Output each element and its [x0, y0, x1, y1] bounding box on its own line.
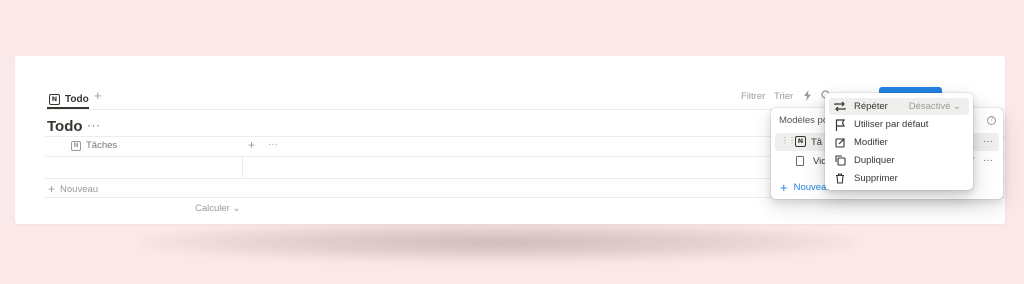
- plus-icon: +: [780, 180, 788, 195]
- trash-icon: [834, 173, 846, 185]
- drag-handle-icon[interactable]: ⋮⋮: [781, 136, 796, 145]
- add-property-button[interactable]: +: [248, 138, 255, 152]
- menu-item-set-default[interactable]: Utiliser par défaut: [829, 116, 969, 133]
- column-header-label: Tâches: [86, 140, 118, 151]
- menu-item-label: Répéter: [854, 101, 888, 112]
- menu-item-label: Utiliser par défaut: [854, 119, 929, 130]
- filter-button[interactable]: Filtrer: [741, 91, 765, 102]
- add-view-button[interactable]: +: [94, 88, 102, 103]
- template-more-button[interactable]: ···: [983, 136, 993, 147]
- card-shadow: [140, 222, 856, 262]
- new-template-button[interactable]: + Nouveau: [780, 180, 832, 195]
- tab-todo[interactable]: N Todo: [49, 89, 89, 109]
- menu-item-label: Dupliquer: [854, 155, 895, 166]
- tab-label: Todo: [65, 93, 89, 105]
- menu-item-label: Modifier: [854, 137, 888, 148]
- automation-button[interactable]: [803, 90, 812, 101]
- page-title: Todo: [47, 118, 83, 135]
- title-more-button[interactable]: ···: [87, 118, 101, 132]
- menu-item-label: Supprimer: [854, 173, 898, 184]
- column-header-taches[interactable]: N Tâches: [71, 140, 117, 151]
- document-icon: [796, 156, 804, 166]
- column-divider: [242, 156, 243, 178]
- edit-icon: [834, 137, 846, 149]
- lightning-icon: [804, 90, 811, 101]
- duplicate-icon: [834, 155, 846, 167]
- repeat-icon: [834, 101, 846, 113]
- template-more-button[interactable]: ···: [983, 155, 993, 166]
- menu-item-delete[interactable]: Supprimer: [829, 170, 969, 187]
- repeat-value-dropdown[interactable]: Désactivé ⌄: [909, 101, 961, 112]
- flag-icon: [834, 118, 846, 131]
- title-property-icon: N: [71, 140, 81, 151]
- menu-item-duplicate[interactable]: Dupliquer: [829, 152, 969, 169]
- new-row-label: Nouveau: [60, 183, 99, 195]
- sort-button[interactable]: Trier: [774, 91, 793, 102]
- database-icon: N: [795, 136, 806, 147]
- plus-icon: +: [48, 182, 56, 196]
- menu-item-repeat[interactable]: Répéter Désactivé ⌄: [829, 98, 969, 115]
- menu-item-edit[interactable]: Modifier: [829, 134, 969, 151]
- template-item-label: Tâ: [811, 137, 823, 148]
- calculate-button[interactable]: Calculer ⌄: [195, 203, 240, 214]
- templates-title: Modèles po: [779, 115, 829, 126]
- help-icon[interactable]: ?: [987, 116, 996, 125]
- template-context-menu: Répéter Désactivé ⌄ Utiliser par défaut …: [825, 93, 973, 190]
- database-icon: N: [49, 93, 60, 105]
- new-row-button[interactable]: + Nouveau: [48, 182, 98, 196]
- column-more-button[interactable]: ···: [268, 139, 278, 150]
